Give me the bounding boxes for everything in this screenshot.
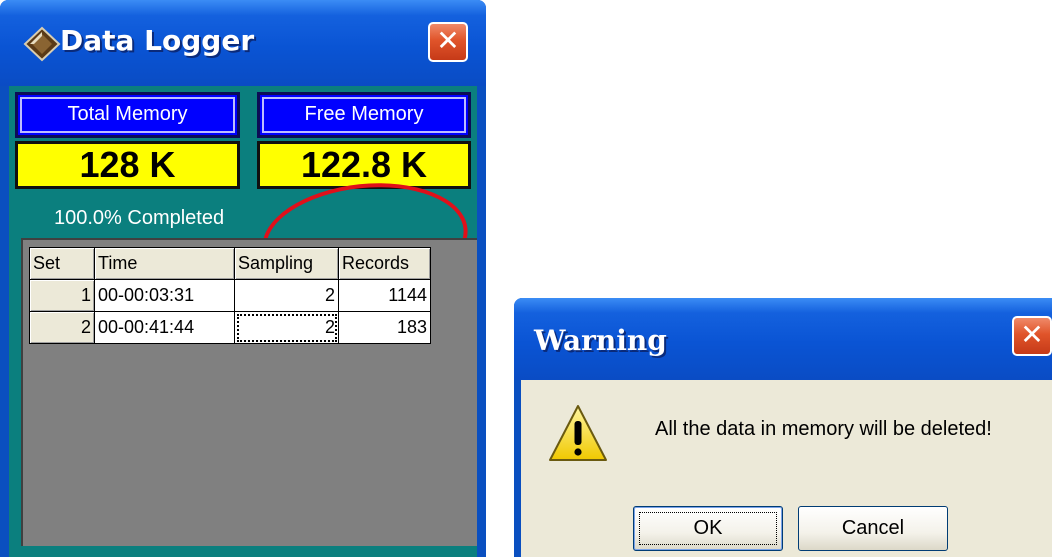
table-header-row: Set Time Sampling Records bbox=[29, 247, 431, 280]
data-logger-client: Total Memory 128 K Free Memory 122.8 K 1… bbox=[9, 86, 477, 557]
records-table: Set Time Sampling Records 1 00-00:03:31 … bbox=[29, 247, 431, 344]
progress-status: 100.0% Completed bbox=[54, 207, 225, 229]
cancel-button[interactable]: Cancel bbox=[798, 506, 948, 551]
table-row[interactable]: 2 00-00:41:44 2 183 bbox=[29, 311, 431, 344]
warning-client: All the data in memory will be deleted! … bbox=[521, 380, 1052, 557]
row-time-cell[interactable]: 00-00:03:31 bbox=[94, 279, 235, 312]
column-header-sampling[interactable]: Sampling bbox=[234, 247, 339, 280]
ok-button[interactable]: OK bbox=[633, 506, 783, 551]
warning-titlebar[interactable]: Warning ✕ bbox=[514, 298, 1052, 380]
dialog-title: Warning bbox=[534, 324, 667, 357]
records-grid: Set Time Sampling Records 1 00-00:03:31 … bbox=[21, 238, 477, 548]
warning-message: All the data in memory will be deleted! bbox=[655, 418, 992, 440]
total-memory-value: 128 K bbox=[15, 141, 240, 189]
row-sampling-cell[interactable]: 2 bbox=[234, 279, 339, 312]
row-set-cell[interactable]: 1 bbox=[29, 279, 95, 312]
total-memory-label: Total Memory bbox=[15, 92, 240, 138]
column-header-set[interactable]: Set bbox=[29, 247, 95, 280]
row-time-cell[interactable]: 00-00:41:44 bbox=[94, 311, 235, 344]
warning-dialog: Warning ✕ All the data in memory will be… bbox=[514, 298, 1052, 557]
ok-button-label: OK bbox=[693, 517, 723, 539]
free-memory-value: 122.8 K bbox=[257, 141, 471, 189]
row-sampling-cell[interactable]: 2 bbox=[234, 311, 339, 344]
close-icon[interactable]: ✕ bbox=[428, 22, 468, 62]
column-header-time[interactable]: Time bbox=[94, 247, 235, 280]
row-set-cell[interactable]: 2 bbox=[29, 311, 95, 344]
window-title: Data Logger bbox=[60, 24, 255, 57]
row-records-cell[interactable]: 183 bbox=[338, 311, 431, 344]
table-row[interactable]: 1 00-00:03:31 2 1144 bbox=[29, 279, 431, 312]
data-logger-window: Data Logger ✕ Total Memory 128 K Free Me… bbox=[0, 0, 486, 557]
column-header-records[interactable]: Records bbox=[338, 247, 431, 280]
free-memory-label: Free Memory bbox=[257, 92, 471, 138]
close-icon[interactable]: ✕ bbox=[1012, 316, 1052, 356]
logger-app-icon bbox=[23, 26, 61, 62]
data-logger-titlebar[interactable]: Data Logger ✕ bbox=[0, 0, 486, 86]
warning-icon bbox=[549, 405, 607, 461]
data-logger-bottom-edge bbox=[9, 546, 477, 557]
row-records-cell[interactable]: 1144 bbox=[338, 279, 431, 312]
